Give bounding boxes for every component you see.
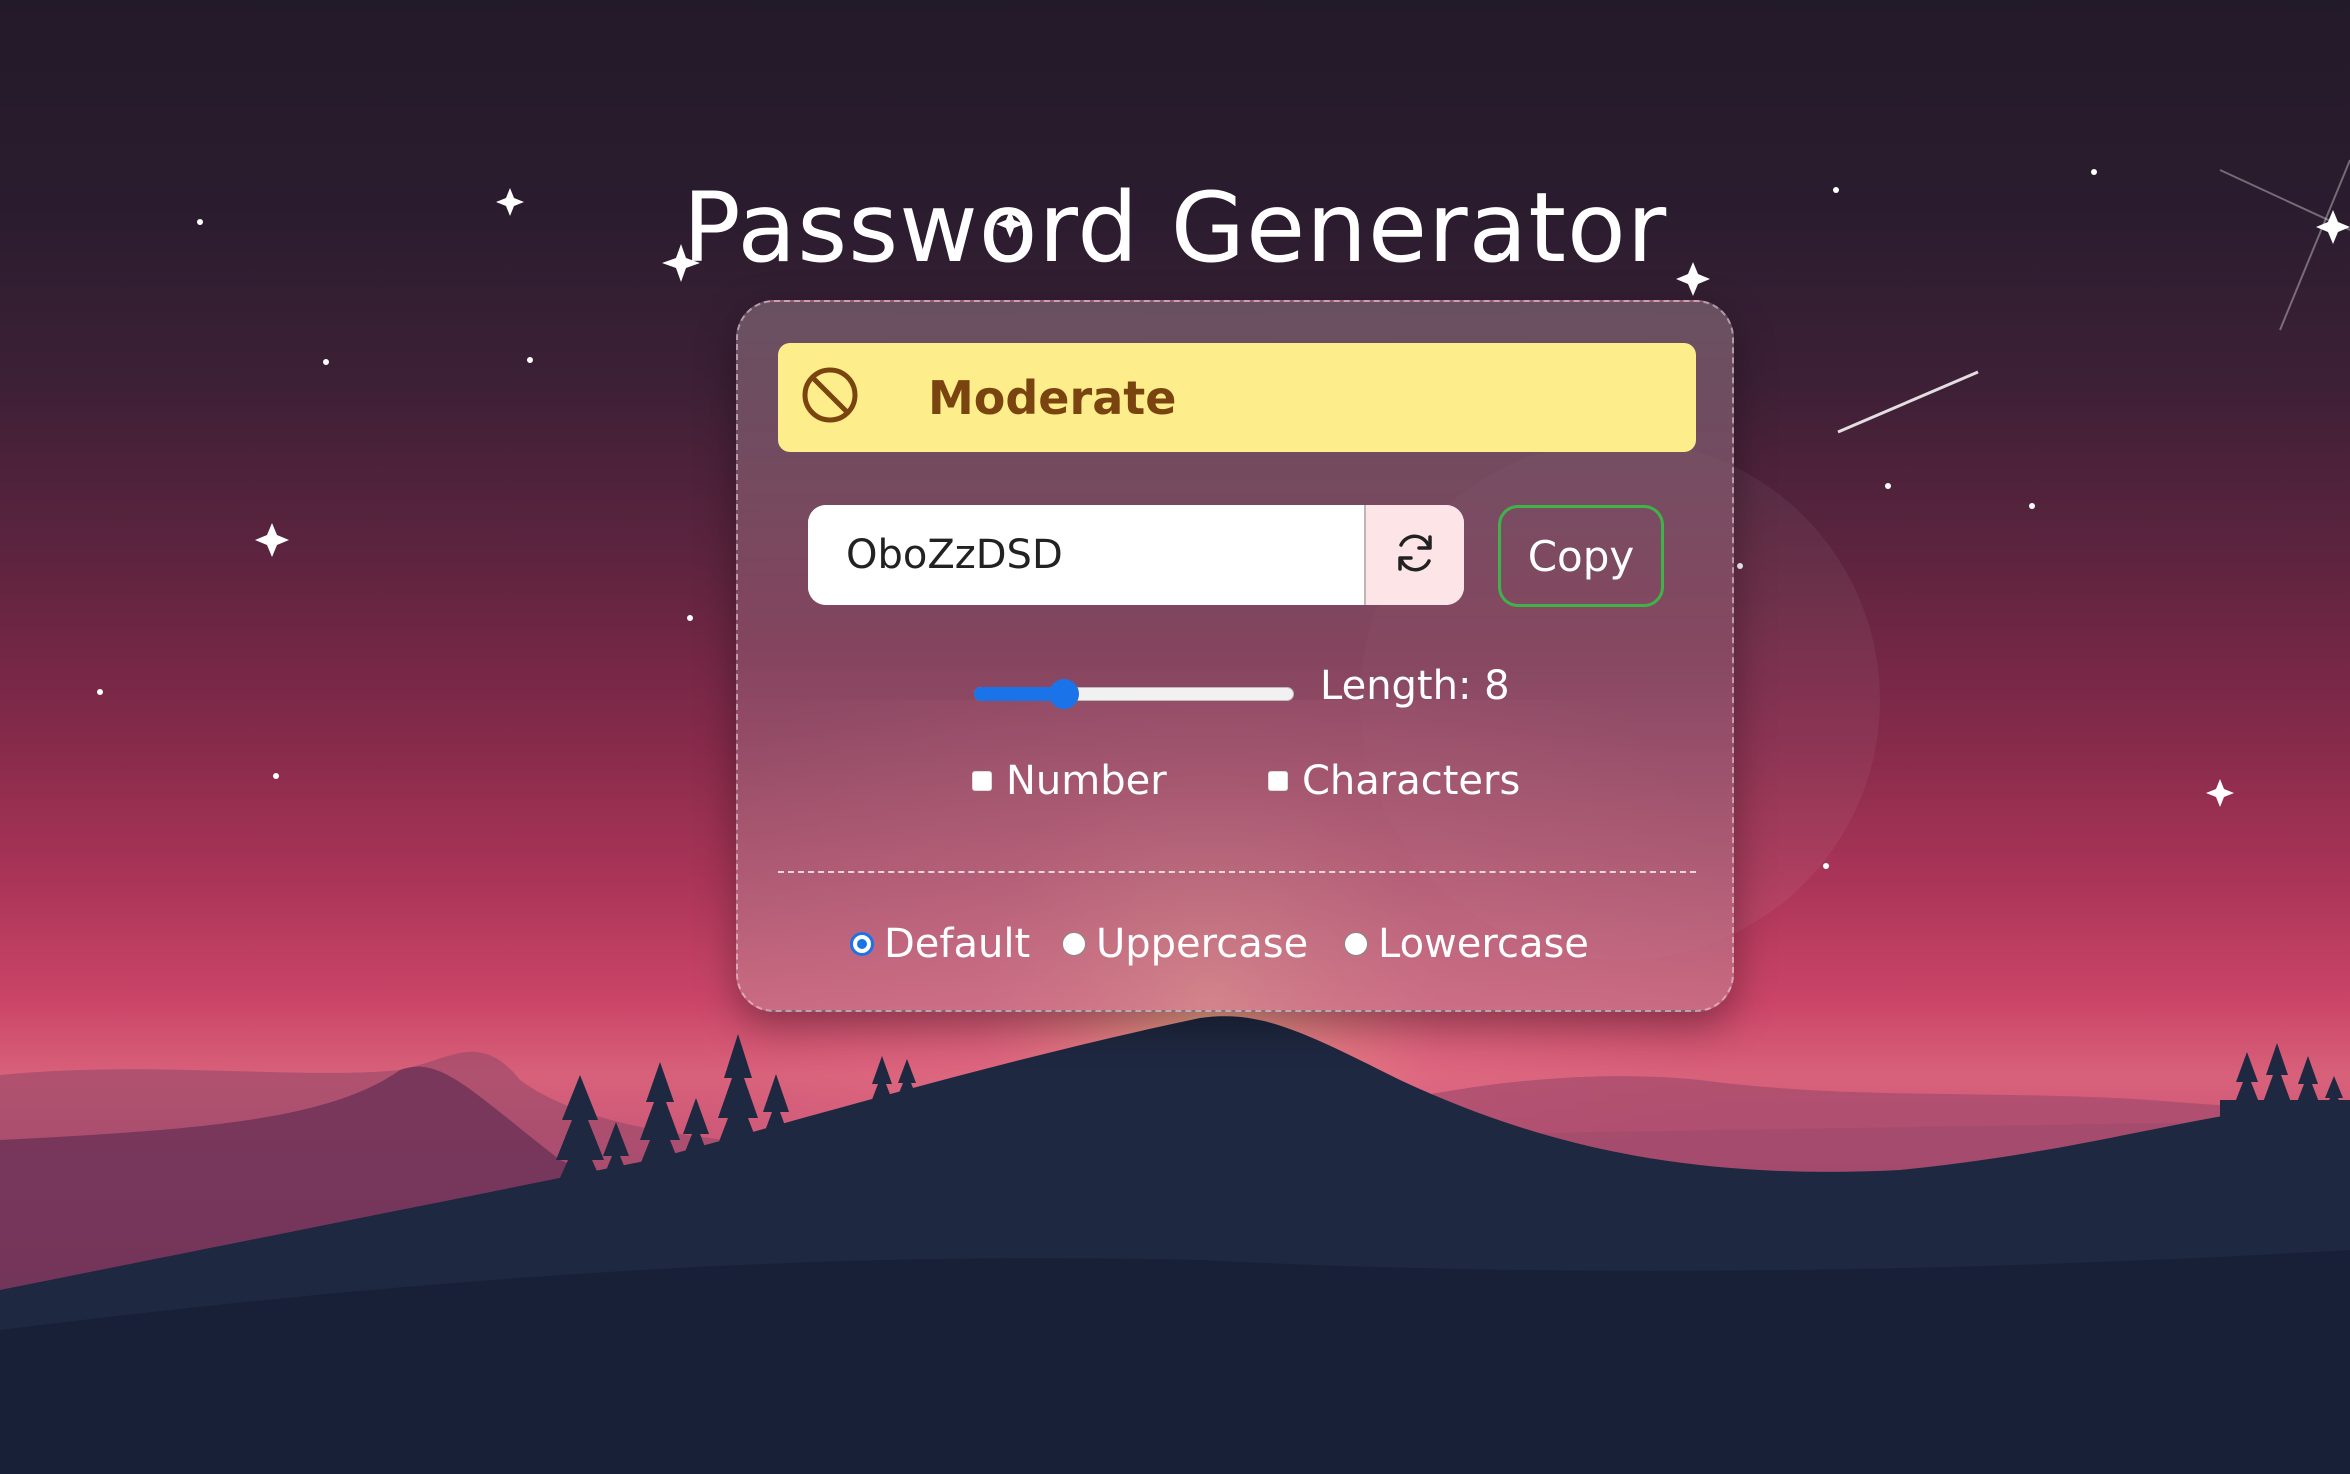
refresh-icon <box>1392 530 1438 581</box>
default-label: Default <box>884 921 1031 967</box>
lowercase-radio[interactable] <box>1344 932 1368 956</box>
number-checkbox[interactable] <box>972 771 992 791</box>
password-field-group <box>808 505 1464 605</box>
characters-checkbox[interactable] <box>1268 771 1288 791</box>
uppercase-label: Uppercase <box>1096 921 1309 967</box>
page-title: Password Generator <box>682 172 1668 285</box>
number-option[interactable]: Number <box>972 758 1167 804</box>
length-label: Length: 8 <box>1320 663 1510 709</box>
default-radio[interactable] <box>850 932 874 956</box>
number-label: Number <box>1006 758 1167 804</box>
characters-option[interactable]: Characters <box>1268 758 1520 804</box>
password-output[interactable] <box>808 505 1364 605</box>
strength-label: Moderate <box>928 371 1177 425</box>
characters-label: Characters <box>1302 758 1521 804</box>
case-option-default[interactable]: Default <box>850 921 1030 967</box>
case-option-lowercase[interactable]: Lowercase <box>1344 921 1589 967</box>
slider-thumb[interactable] <box>1049 679 1079 709</box>
generator-card: Moderate Copy Length: 8 Number Character… <box>736 300 1734 1012</box>
prohibited-icon <box>800 365 860 425</box>
copy-button[interactable]: Copy <box>1498 505 1664 607</box>
length-slider[interactable] <box>974 674 1296 714</box>
divider <box>778 871 1696 873</box>
uppercase-radio[interactable] <box>1062 932 1086 956</box>
regenerate-button[interactable] <box>1364 505 1464 605</box>
lowercase-label: Lowercase <box>1378 921 1589 967</box>
case-option-uppercase[interactable]: Uppercase <box>1062 921 1308 967</box>
strength-indicator: Moderate <box>778 343 1696 452</box>
